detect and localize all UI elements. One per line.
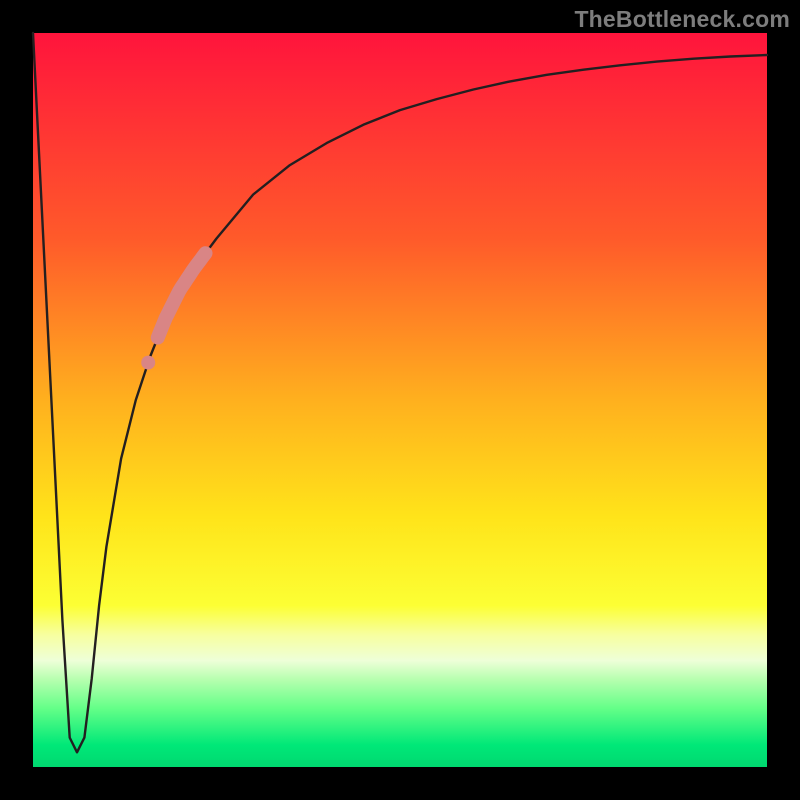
chart-frame: TheBottleneck.com <box>0 0 800 800</box>
watermark-text: TheBottleneck.com <box>574 6 790 33</box>
highlight-segment <box>158 253 206 337</box>
plot-area <box>33 33 767 767</box>
curve-layer <box>33 33 767 767</box>
highlight-dot <box>141 356 155 370</box>
bottleneck-curve <box>33 33 767 752</box>
